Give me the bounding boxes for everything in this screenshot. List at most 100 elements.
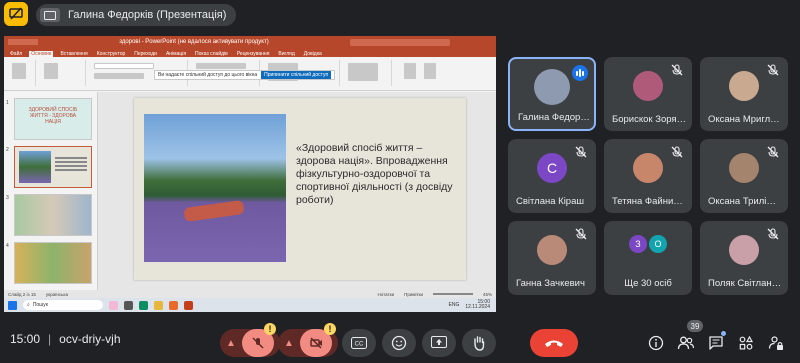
present-screen-button[interactable] xyxy=(422,329,456,357)
participant-tile[interactable]: Тетяна Файни… xyxy=(604,139,692,213)
notes-button[interactable]: Нотатки xyxy=(377,292,394,297)
avatar: О xyxy=(649,235,667,253)
sharing-notice-text: Ви надаєте спільний доступ до цього вікн… xyxy=(158,72,258,78)
avatar: C xyxy=(537,153,567,183)
comments-button[interactable]: Примітки xyxy=(404,292,423,297)
captions-button[interactable]: CC xyxy=(342,329,376,357)
thumb-title: ЗДОРОВИЙ СПОСІБ ЖИТТЯ - ЗДОРОВА НАЦІЯ xyxy=(28,107,78,125)
hang-up-icon xyxy=(545,340,563,347)
speaking-indicator-icon xyxy=(572,65,588,81)
mic-warning-badge: ! xyxy=(264,323,276,335)
font-name-select[interactable] xyxy=(94,63,154,69)
search-icon: ⌕ xyxy=(27,302,30,308)
mic-off-icon xyxy=(252,337,264,349)
designer-button[interactable] xyxy=(424,63,436,79)
dictate-button[interactable] xyxy=(404,63,416,79)
ppt-search-box[interactable] xyxy=(350,38,450,46)
presentation-indicator-icon[interactable] xyxy=(4,2,28,26)
avatar xyxy=(534,69,570,105)
powerpoint-app-icon[interactable] xyxy=(184,300,193,310)
quick-access-toolbar[interactable] xyxy=(8,39,38,45)
closed-captions-icon: CC xyxy=(351,337,367,349)
presenter-pill[interactable]: Галина Федорків (Презентація) xyxy=(36,4,237,26)
activities-button[interactable] xyxy=(736,333,756,353)
participant-name: Ще 30 осіб xyxy=(624,278,672,289)
svg-text:CC: CC xyxy=(355,342,364,348)
camera-options-chevron-icon[interactable]: ▲ xyxy=(284,338,294,349)
chat-button[interactable] xyxy=(706,333,726,353)
status-language: українська xyxy=(45,291,68,297)
participant-tile[interactable]: C Світлана Кіраш xyxy=(508,139,596,213)
participant-tile[interactable]: Ганна Зачкевич xyxy=(508,221,596,295)
screen-share-icon xyxy=(40,8,60,22)
participant-tile[interactable]: Оксана Трилі… xyxy=(700,139,788,213)
mic-muted-icon xyxy=(575,228,587,240)
widgets-app-icon[interactable] xyxy=(109,300,118,310)
slide-thumb-4[interactable] xyxy=(14,242,92,284)
participant-name: Борискок Зоря… xyxy=(612,114,687,125)
task-view-icon[interactable] xyxy=(124,300,133,310)
mic-muted-icon xyxy=(671,146,683,158)
slide-thumb-1[interactable]: ЗДОРОВИЙ СПОСІБ ЖИТТЯ - ЗДОРОВА НАЦІЯ xyxy=(14,98,92,140)
paste-button[interactable] xyxy=(12,63,26,79)
tray-language[interactable]: ENG xyxy=(449,302,460,308)
participant-tile[interactable]: Галина Федор… xyxy=(508,57,596,131)
tray-date: 12.11.2024 xyxy=(465,304,490,310)
host-controls-button[interactable] xyxy=(766,333,786,353)
reactions-button[interactable] xyxy=(382,329,416,357)
participant-tile[interactable]: Борискок Зоря… xyxy=(604,57,692,131)
meeting-details-button[interactable] xyxy=(646,333,666,353)
explorer-app-icon[interactable] xyxy=(154,300,163,310)
meeting-info: 15:00 | ocv-driy-vjh xyxy=(10,332,121,346)
info-icon xyxy=(648,335,664,351)
participant-tile[interactable]: Поляк Світлан… xyxy=(700,221,788,295)
thumb-number: 2 xyxy=(6,147,9,153)
microphone-control: ▲ ! xyxy=(220,323,280,357)
camera-off-icon xyxy=(310,337,322,349)
chat-icon xyxy=(709,336,723,350)
presenter-label: Галина Федорків (Презентація) xyxy=(68,9,227,21)
participant-name: Тетяна Файни… xyxy=(612,196,683,207)
meeting-code[interactable]: ocv-driy-vjh xyxy=(59,332,120,346)
find-replace-buttons[interactable] xyxy=(348,63,378,81)
ppt-status-bar: Слайд 2 із 15 українська Нотатки Примітк… xyxy=(4,290,496,298)
new-slide-button[interactable] xyxy=(44,63,58,79)
sharing-notice: Ви надаєте спільний доступ до цього вікн… xyxy=(154,70,336,80)
lock-person-icon xyxy=(768,336,783,350)
mic-muted-icon xyxy=(575,146,587,158)
slide-thumb-2[interactable] xyxy=(14,146,92,188)
slide-thumb-3[interactable] xyxy=(14,194,92,236)
paragraph-buttons[interactable] xyxy=(196,63,246,69)
taskbar-search[interactable]: ⌕ Пошук xyxy=(23,300,103,310)
mic-options-chevron-icon[interactable]: ▲ xyxy=(226,338,236,349)
participant-tile[interactable]: Оксана Мригл… xyxy=(700,57,788,131)
zoom-slider[interactable] xyxy=(432,293,473,295)
slide-counter: Слайд 2 із 15 xyxy=(8,291,36,297)
participant-count-badge: 39 xyxy=(687,320,703,332)
slide-photo xyxy=(144,114,286,262)
chat-unread-dot xyxy=(721,331,726,336)
meeting-time: 15:00 xyxy=(10,332,41,346)
mic-muted-icon xyxy=(767,146,779,158)
more-participants-avatars: ЗО xyxy=(629,235,667,253)
tray-clock[interactable]: 15:00 12.11.2024 xyxy=(465,300,490,310)
participant-tile[interactable]: З О Ще 30 осіб xyxy=(604,221,692,295)
taskbar-search-label: Пошук xyxy=(32,302,48,308)
participant-name: Оксана Мригл… xyxy=(708,114,780,125)
emoji-icon xyxy=(391,335,407,351)
avatar xyxy=(729,71,759,101)
raise-hand-button[interactable] xyxy=(462,329,496,357)
leave-call-button[interactable] xyxy=(530,329,578,357)
meeting-info-separator: | xyxy=(48,332,52,346)
current-slide[interactable]: «Здоровий спосіб життя – здорова нація».… xyxy=(134,98,466,280)
edge-app-icon[interactable] xyxy=(139,300,148,310)
firefox-app-icon[interactable] xyxy=(169,300,178,310)
people-button[interactable] xyxy=(676,333,696,353)
camera-control: ▲ ! xyxy=(278,323,338,357)
participant-name: Оксана Трилі… xyxy=(708,196,776,207)
slide-text: «Здоровий спосіб життя – здорова нація».… xyxy=(296,142,453,206)
windows-start-icon[interactable] xyxy=(8,300,17,310)
activities-icon xyxy=(739,335,754,350)
font-format-buttons[interactable] xyxy=(94,73,144,79)
stop-sharing-button[interactable]: Припинити спільний доступ xyxy=(261,71,332,79)
